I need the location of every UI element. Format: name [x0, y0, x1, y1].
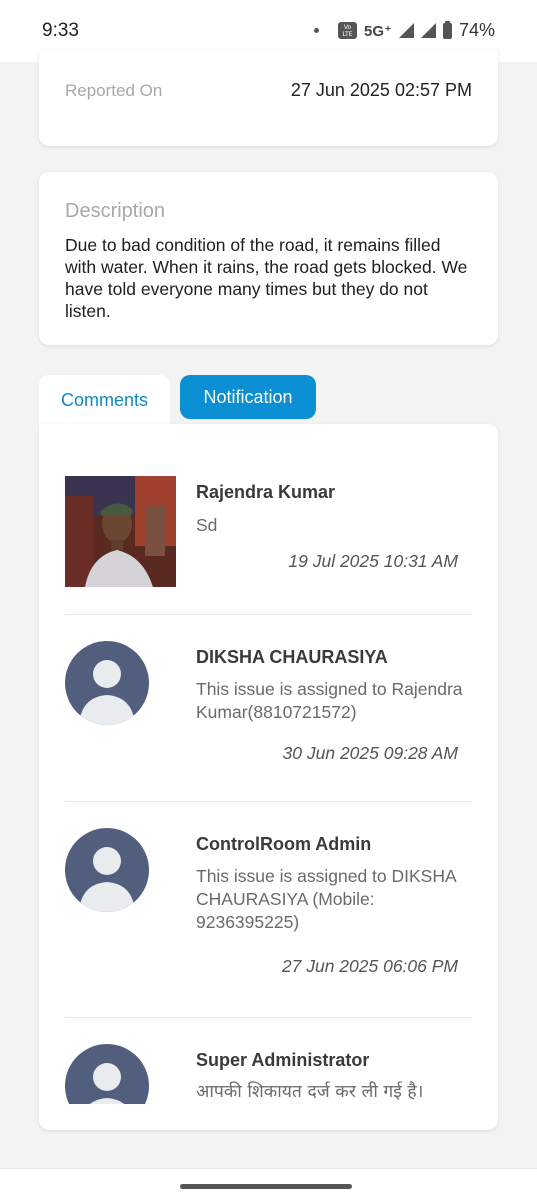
signal-icon-2 [420, 23, 436, 38]
comment-time: 19 Jul 2025 10:31 AM [288, 551, 458, 571]
tab-notification[interactable]: Notification [180, 375, 316, 419]
default-user-icon [65, 1044, 149, 1104]
user-photo [65, 476, 176, 587]
description-card: Description Due to bad condition of the … [39, 172, 498, 345]
description-text: Due to bad condition of the road, it rem… [65, 235, 468, 321]
comment-time: 30 Jun 2025 09:28 AM [282, 743, 458, 763]
network-type: 5G⁺ [364, 22, 392, 40]
list-item: Super Administrator आपकी शिकायत दर्ज कर … [65, 1044, 472, 1104]
list-item: Rajendra Kumar Sd 19 Jul 2025 10:31 AM [65, 476, 472, 616]
notification-dot-icon [314, 28, 320, 33]
default-user-icon [65, 828, 149, 912]
comment-author: ControlRoom Admin [196, 834, 372, 854]
comment-text: This issue is assigned to DIKSHA CHAURAS… [196, 866, 456, 932]
battery-percent: 74% [458, 20, 495, 40]
signal-icon [398, 23, 414, 38]
comment-author: Rajendra Kumar [196, 482, 336, 502]
home-indicator[interactable] [180, 1184, 352, 1189]
divider [65, 1017, 472, 1018]
comment-text: आपकी शिकायत दर्ज कर ली गई है। [196, 1082, 424, 1102]
tab-comments[interactable]: Comments [39, 375, 170, 427]
divider [65, 801, 472, 802]
battery-icon [442, 20, 452, 39]
reported-on-value: 27 Jun 2025 02:57 PM [290, 80, 472, 100]
status-time: 9:33 [42, 20, 79, 41]
default-user-icon [65, 641, 149, 725]
volte-icon: Vo LTE [338, 22, 358, 39]
divider [65, 614, 472, 615]
comments-list[interactable]: Rajendra Kumar Sd 19 Jul 2025 10:31 AM D… [39, 424, 498, 1104]
description-title: Description [65, 200, 166, 222]
status-icons: Vo LTE 5G⁺ 74% [314, 20, 495, 41]
list-item: ControlRoom Admin This issue is assigned… [65, 828, 472, 1018]
comment-author: Super Administrator [196, 1050, 370, 1070]
comment-text: Sd [196, 515, 218, 535]
details-card: Reported On 27 Jun 2025 02:57 PM [39, 50, 498, 146]
reported-on-label: Reported On [65, 81, 163, 100]
comment-time: 27 Jun 2025 06:06 PM [281, 956, 458, 976]
comment-text: This issue is assigned to Rajendra Kumar… [196, 679, 463, 722]
comment-author: DIKSHA CHAURASIYA [196, 647, 388, 667]
list-item: DIKSHA CHAURASIYA This issue is assigned… [65, 641, 472, 801]
comments-panel: Rajendra Kumar Sd 19 Jul 2025 10:31 AM D… [39, 424, 498, 1130]
